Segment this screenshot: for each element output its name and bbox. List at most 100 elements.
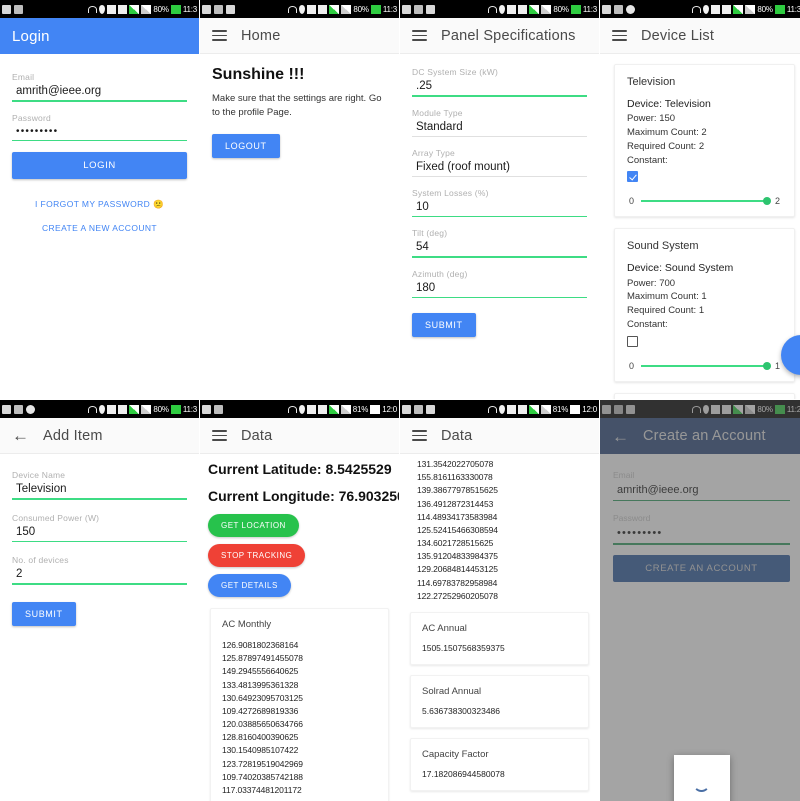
stop-tracking-button[interactable]: STOP TRACKING xyxy=(208,544,306,567)
create-account-button[interactable]: CREATE AN ACCOUNT xyxy=(613,554,790,582)
slider-track[interactable] xyxy=(641,197,771,206)
screenshot-grid: 80% 11:3 Login Email amrith@ieee.org Pas… xyxy=(0,0,800,801)
password-field[interactable]: Password ••••••••• xyxy=(613,513,790,545)
signal-bars-icon xyxy=(328,404,339,414)
password-label: Password xyxy=(12,112,51,123)
menu-icon[interactable] xyxy=(412,29,427,42)
app-icon xyxy=(426,4,435,14)
logout-button[interactable]: LOGOUT xyxy=(212,133,280,158)
volte-icon xyxy=(506,404,516,414)
poa-value: 139.38677978515625 xyxy=(417,485,498,496)
array-type-field[interactable]: Array Type Fixed (roof mount) xyxy=(412,148,587,177)
field-input[interactable]: Television xyxy=(12,482,187,498)
slider-track[interactable] xyxy=(641,361,771,370)
email-field[interactable]: Email amrith@ieee.org xyxy=(12,72,187,102)
poa-monthly-values: 131.3542022705078 155.8161163330078 139.… xyxy=(400,454,599,603)
back-arrow-icon[interactable]: ← xyxy=(612,428,629,445)
number-of-devices-field[interactable]: No. of devices 2 xyxy=(12,555,187,585)
password-field[interactable]: Password ••••••••• xyxy=(12,113,187,142)
clock: 11:3 xyxy=(382,4,397,14)
lte-icon xyxy=(518,4,528,14)
device-name-field[interactable]: Device Name Television xyxy=(12,470,187,500)
device-card[interactable]: Sound System Device: Sound System Power:… xyxy=(614,228,795,382)
menu-icon[interactable] xyxy=(612,29,627,42)
device-card[interactable]: Television Device: Television Power: 150… xyxy=(614,64,795,218)
signal-bars-2-icon xyxy=(745,404,756,414)
email-input[interactable]: amrith@ieee.org xyxy=(12,84,187,100)
password-input[interactable]: ••••••••• xyxy=(613,526,790,543)
app-bar-device-list: Device List xyxy=(600,18,800,54)
module-type-field[interactable]: Module Type Standard xyxy=(412,108,587,137)
panel-add-item: 80% 11:3 ← Add Item Device Name Televisi… xyxy=(0,400,199,801)
field-input[interactable]: .25 xyxy=(412,79,587,95)
device-maximum-count: Maximum Count: 2 xyxy=(627,126,707,138)
volte-icon xyxy=(107,4,117,14)
menu-icon[interactable] xyxy=(212,429,227,442)
email-input[interactable]: amrith@ieee.org xyxy=(613,483,790,500)
lte-icon xyxy=(317,404,327,414)
status-bar: 81% 12:0 xyxy=(200,400,399,418)
dc-system-size-field[interactable]: DC System Size (kW) .25 xyxy=(412,67,587,97)
capacity-factor-card: Capacity Factor 17.182086944580078 xyxy=(410,737,589,791)
sync-icon xyxy=(214,4,223,14)
field-input[interactable]: 54 xyxy=(412,240,587,256)
page-title: Login xyxy=(12,27,50,45)
device-required-count: Required Count: 1 xyxy=(627,305,705,317)
menu-icon[interactable] xyxy=(412,429,427,442)
lte-icon xyxy=(517,404,527,414)
solrad-annual-card: Solrad Annual 5.636738300323486 xyxy=(410,674,589,728)
constant-checkbox[interactable] xyxy=(627,171,638,183)
page-title: Create an Account xyxy=(643,428,766,444)
login-button[interactable]: LOGIN xyxy=(12,152,187,180)
field-input[interactable]: Fixed (roof mount) xyxy=(412,160,587,176)
field-underline xyxy=(412,175,587,177)
field-input[interactable]: Standard xyxy=(412,120,587,136)
submit-button[interactable]: SUBMIT xyxy=(12,601,76,626)
device-name: Sound System xyxy=(627,240,699,253)
app-bar-panel-specs: Panel Specifications xyxy=(400,18,599,54)
password-input[interactable]: ••••••••• xyxy=(12,125,187,140)
back-arrow-icon[interactable]: ← xyxy=(12,427,29,444)
device-count-slider[interactable]: 0 1 xyxy=(627,361,782,371)
field-input[interactable]: 2 xyxy=(12,567,187,583)
get-location-button[interactable]: GET LOCATION xyxy=(208,514,299,537)
device-constant-label: Constant: xyxy=(627,318,668,330)
system-losses-field[interactable]: System Losses (%) 10 xyxy=(412,188,587,218)
field-label: System Losses (%) xyxy=(412,187,489,198)
battery-icon xyxy=(170,4,181,14)
device-count-slider[interactable]: 0 2 xyxy=(627,196,782,206)
bluetooth-icon xyxy=(426,404,435,414)
field-underline xyxy=(12,540,187,543)
volte-icon xyxy=(711,4,721,14)
azimuth-field[interactable]: Azimuth (deg) 180 xyxy=(412,269,587,299)
menu-icon[interactable] xyxy=(212,29,227,42)
device-card[interactable]: Lights xyxy=(614,392,795,399)
app-bar-home: Home xyxy=(200,18,399,54)
tilt-field[interactable]: Tilt (deg) 54 xyxy=(412,228,587,258)
get-details-button[interactable]: GET DETAILS xyxy=(208,574,291,597)
field-input[interactable]: 10 xyxy=(412,200,587,216)
device-line: Device: Sound System xyxy=(627,262,734,275)
create-account-link[interactable]: CREATE A NEW ACCOUNT xyxy=(12,223,187,233)
field-input[interactable]: 180 xyxy=(412,281,587,297)
field-input[interactable]: 150 xyxy=(12,525,187,541)
ac-monthly-value: 123.72819519042969 xyxy=(222,758,303,769)
forgot-password-link[interactable]: I FORGOT MY PASSWORD 😕 xyxy=(12,199,187,210)
email-field[interactable]: Email amrith@ieee.org xyxy=(613,470,790,502)
location-pin-icon xyxy=(99,404,106,414)
panel-device-list: 80% 11:3 Device List Television Device: … xyxy=(600,0,800,399)
loading-spinner-icon xyxy=(693,775,710,792)
signal-bars-icon xyxy=(733,404,744,414)
slider-max-label: 1 xyxy=(774,360,780,371)
consumed-power-field[interactable]: Consumed Power (W) 150 xyxy=(12,513,187,543)
slider-knob[interactable] xyxy=(762,197,771,206)
screenshot-icon xyxy=(414,404,423,414)
page-title: Panel Specifications xyxy=(441,27,576,44)
lte-icon xyxy=(118,4,128,14)
submit-button[interactable]: SUBMIT xyxy=(412,313,476,338)
clock: 11:3 xyxy=(786,4,800,14)
field-label: Consumed Power (W) xyxy=(12,512,100,523)
constant-checkbox[interactable] xyxy=(627,335,638,347)
signal-bars-2-icon xyxy=(340,404,351,414)
slider-knob[interactable] xyxy=(762,361,771,370)
